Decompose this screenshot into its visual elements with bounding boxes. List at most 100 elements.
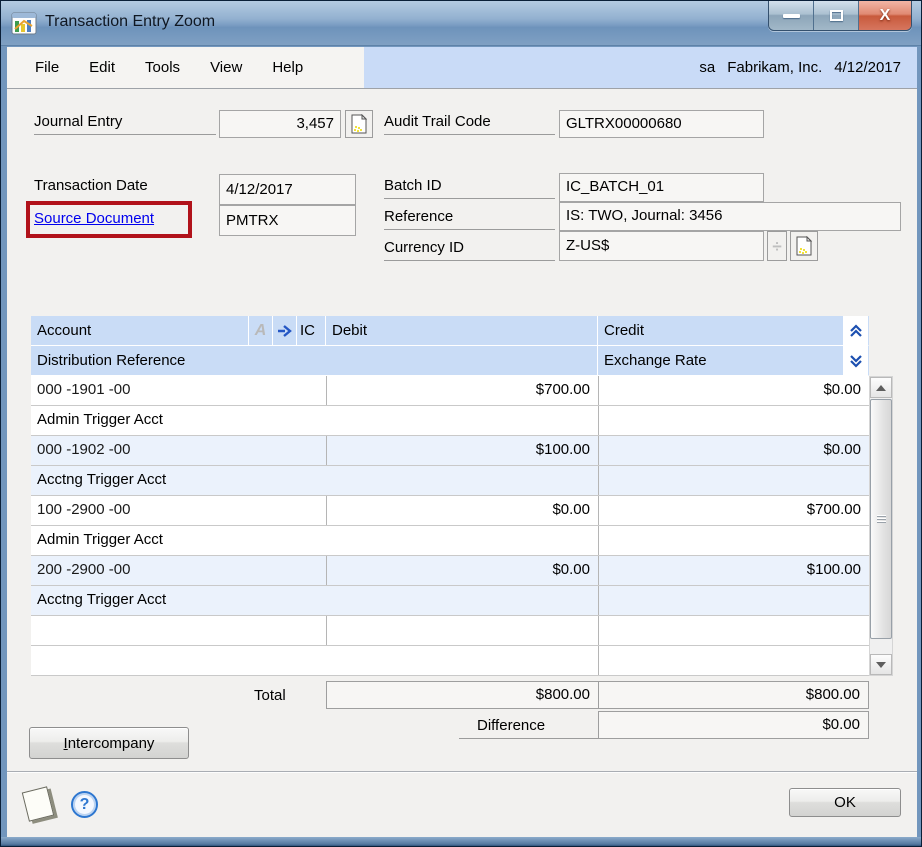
window-bottom-frame — [1, 837, 921, 846]
window-title: Transaction Entry Zoom — [45, 13, 216, 30]
header-account: Account — [31, 316, 249, 346]
thumb-grip — [876, 518, 886, 520]
menubar: File Edit Tools View Help sa Fabrikam, I… — [7, 47, 917, 89]
cell-distribution-reference: Admin Trigger Acct — [37, 411, 163, 428]
transaction-date-label: Transaction Date — [34, 177, 148, 194]
journal-entry-label: Journal Entry — [34, 111, 216, 135]
scrollbar-thumb[interactable] — [870, 399, 892, 639]
distribution-grid: Account A IC Debit Credit Distribution R… — [31, 316, 869, 676]
help-icon: ? — [79, 795, 90, 813]
grid-row-account[interactable]: 200 -2900 -00 $0.00 $100.00 — [31, 556, 869, 586]
expand-rows-button[interactable] — [844, 346, 869, 376]
menu-view[interactable]: View — [195, 47, 257, 88]
journal-entry-note-button[interactable] — [345, 110, 373, 138]
grid-header-row-2: Distribution Reference Exchange Rate — [31, 346, 869, 376]
window-controls: X — [768, 1, 912, 31]
menu-edit[interactable]: Edit — [74, 47, 130, 88]
cell-credit: $700.00 — [598, 496, 869, 525]
currency-id-field[interactable]: Z-US$ — [559, 231, 764, 261]
red-highlight-annotation — [26, 201, 192, 238]
grid-row-account[interactable]: 000 -1902 -00 $100.00 $0.00 — [31, 436, 869, 466]
app-icon — [11, 12, 37, 35]
grid-header-row-1: Account A IC Debit Credit — [31, 316, 869, 346]
cell-account — [31, 616, 326, 645]
header-distribution-reference: Distribution Reference — [31, 346, 598, 376]
grid-row-distribution[interactable]: Admin Trigger Acct — [31, 406, 869, 436]
cell-exchange-rate — [598, 406, 869, 435]
cell-debit: $100.00 — [326, 436, 598, 465]
collapse-rows-button[interactable] — [844, 316, 869, 346]
cell-distribution-reference — [31, 646, 598, 675]
transaction-date-field[interactable]: 4/12/2017 — [219, 174, 356, 205]
status-date: 4/12/2017 — [834, 59, 901, 76]
scroll-down-button[interactable] — [870, 654, 892, 675]
client-area: Journal Entry 3,457 Transaction Date 4/1… — [7, 89, 917, 837]
cell-distribution-reference: Acctng Trigger Acct — [37, 471, 167, 488]
arrow-up-icon — [876, 384, 886, 391]
difference-value: $0.00 — [598, 711, 869, 739]
ok-button[interactable]: OK — [789, 788, 901, 817]
double-chevron-up-icon — [850, 323, 862, 337]
cell-exchange-rate — [598, 586, 869, 615]
source-document-field[interactable]: PMTRX — [219, 205, 356, 236]
ok-button-label: OK — [834, 794, 856, 811]
cell-exchange-rate — [598, 646, 869, 675]
account-expand-button[interactable] — [273, 316, 297, 346]
close-icon: X — [879, 6, 891, 24]
maximize-button[interactable] — [814, 1, 859, 30]
cell-credit: $100.00 — [598, 556, 869, 585]
batch-id-label: Batch ID — [384, 175, 555, 199]
cell-debit: $700.00 — [326, 376, 598, 405]
menu-tools[interactable]: Tools — [130, 47, 195, 88]
header-debit: Debit — [326, 316, 598, 346]
grid-row-distribution[interactable]: Admin Trigger Acct — [31, 526, 869, 556]
total-debit-value: $800.00 — [326, 681, 599, 709]
cell-debit: $0.00 — [326, 496, 598, 525]
header-credit: Credit — [598, 316, 844, 346]
total-label: Total — [254, 687, 286, 704]
blue-arrow-icon — [278, 324, 292, 337]
grid-row-account[interactable]: 100 -2900 -00 $0.00 $700.00 — [31, 496, 869, 526]
cell-debit — [326, 616, 598, 645]
total-credit-value: $800.00 — [598, 681, 869, 709]
grid-row-distribution[interactable]: Acctng Trigger Acct — [31, 466, 869, 496]
intercompany-button[interactable]: Intercompany — [29, 727, 189, 759]
status-area: sa Fabrikam, Inc. 4/12/2017 — [364, 47, 917, 88]
menu-help[interactable]: Help — [257, 47, 318, 88]
reference-label: Reference — [384, 206, 555, 230]
cell-credit: $0.00 — [598, 376, 869, 405]
note-icon — [351, 114, 367, 134]
grid-row-distribution[interactable] — [31, 646, 869, 676]
currency-expand-button[interactable]: ÷ — [767, 231, 787, 261]
close-button[interactable]: X — [859, 1, 911, 30]
cell-distribution-reference: Admin Trigger Acct — [37, 531, 163, 548]
divide-icon: ÷ — [772, 236, 782, 256]
note-attach-button[interactable] — [21, 786, 55, 822]
cell-credit: $0.00 — [598, 436, 869, 465]
difference-underline — [459, 713, 598, 739]
reference-field[interactable]: IS: TWO, Journal: 3456 — [559, 202, 901, 231]
thumb-grip — [876, 521, 886, 523]
menu-items: File Edit Tools View Help — [7, 47, 364, 88]
note-icon — [796, 236, 812, 256]
currency-note-button[interactable] — [790, 231, 818, 261]
batch-id-field[interactable]: IC_BATCH_01 — [559, 173, 764, 202]
cell-distribution-reference: Acctng Trigger Acct — [37, 591, 167, 608]
menu-file[interactable]: File — [20, 47, 74, 88]
intercompany-button-label: Intercompany — [63, 734, 155, 752]
status-company: Fabrikam, Inc. — [727, 59, 823, 76]
scroll-up-button[interactable] — [870, 377, 892, 398]
journal-entry-field[interactable]: 3,457 — [219, 110, 341, 138]
thumb-grip — [876, 515, 886, 517]
audit-trail-code-field[interactable]: GLTRX00000680 — [559, 110, 764, 138]
grid-row-distribution[interactable]: Acctng Trigger Acct — [31, 586, 869, 616]
grid-row-account[interactable] — [31, 616, 869, 646]
minimize-button[interactable] — [769, 1, 814, 30]
footer-divider — [7, 771, 917, 773]
account-alias-button[interactable]: A — [249, 316, 273, 346]
help-button[interactable]: ? — [71, 791, 98, 818]
audit-trail-code-label: Audit Trail Code — [384, 111, 555, 135]
grid-scrollbar[interactable] — [869, 376, 893, 676]
maximize-icon — [829, 10, 843, 21]
grid-row-account[interactable]: 000 -1901 -00 $700.00 $0.00 — [31, 376, 869, 406]
